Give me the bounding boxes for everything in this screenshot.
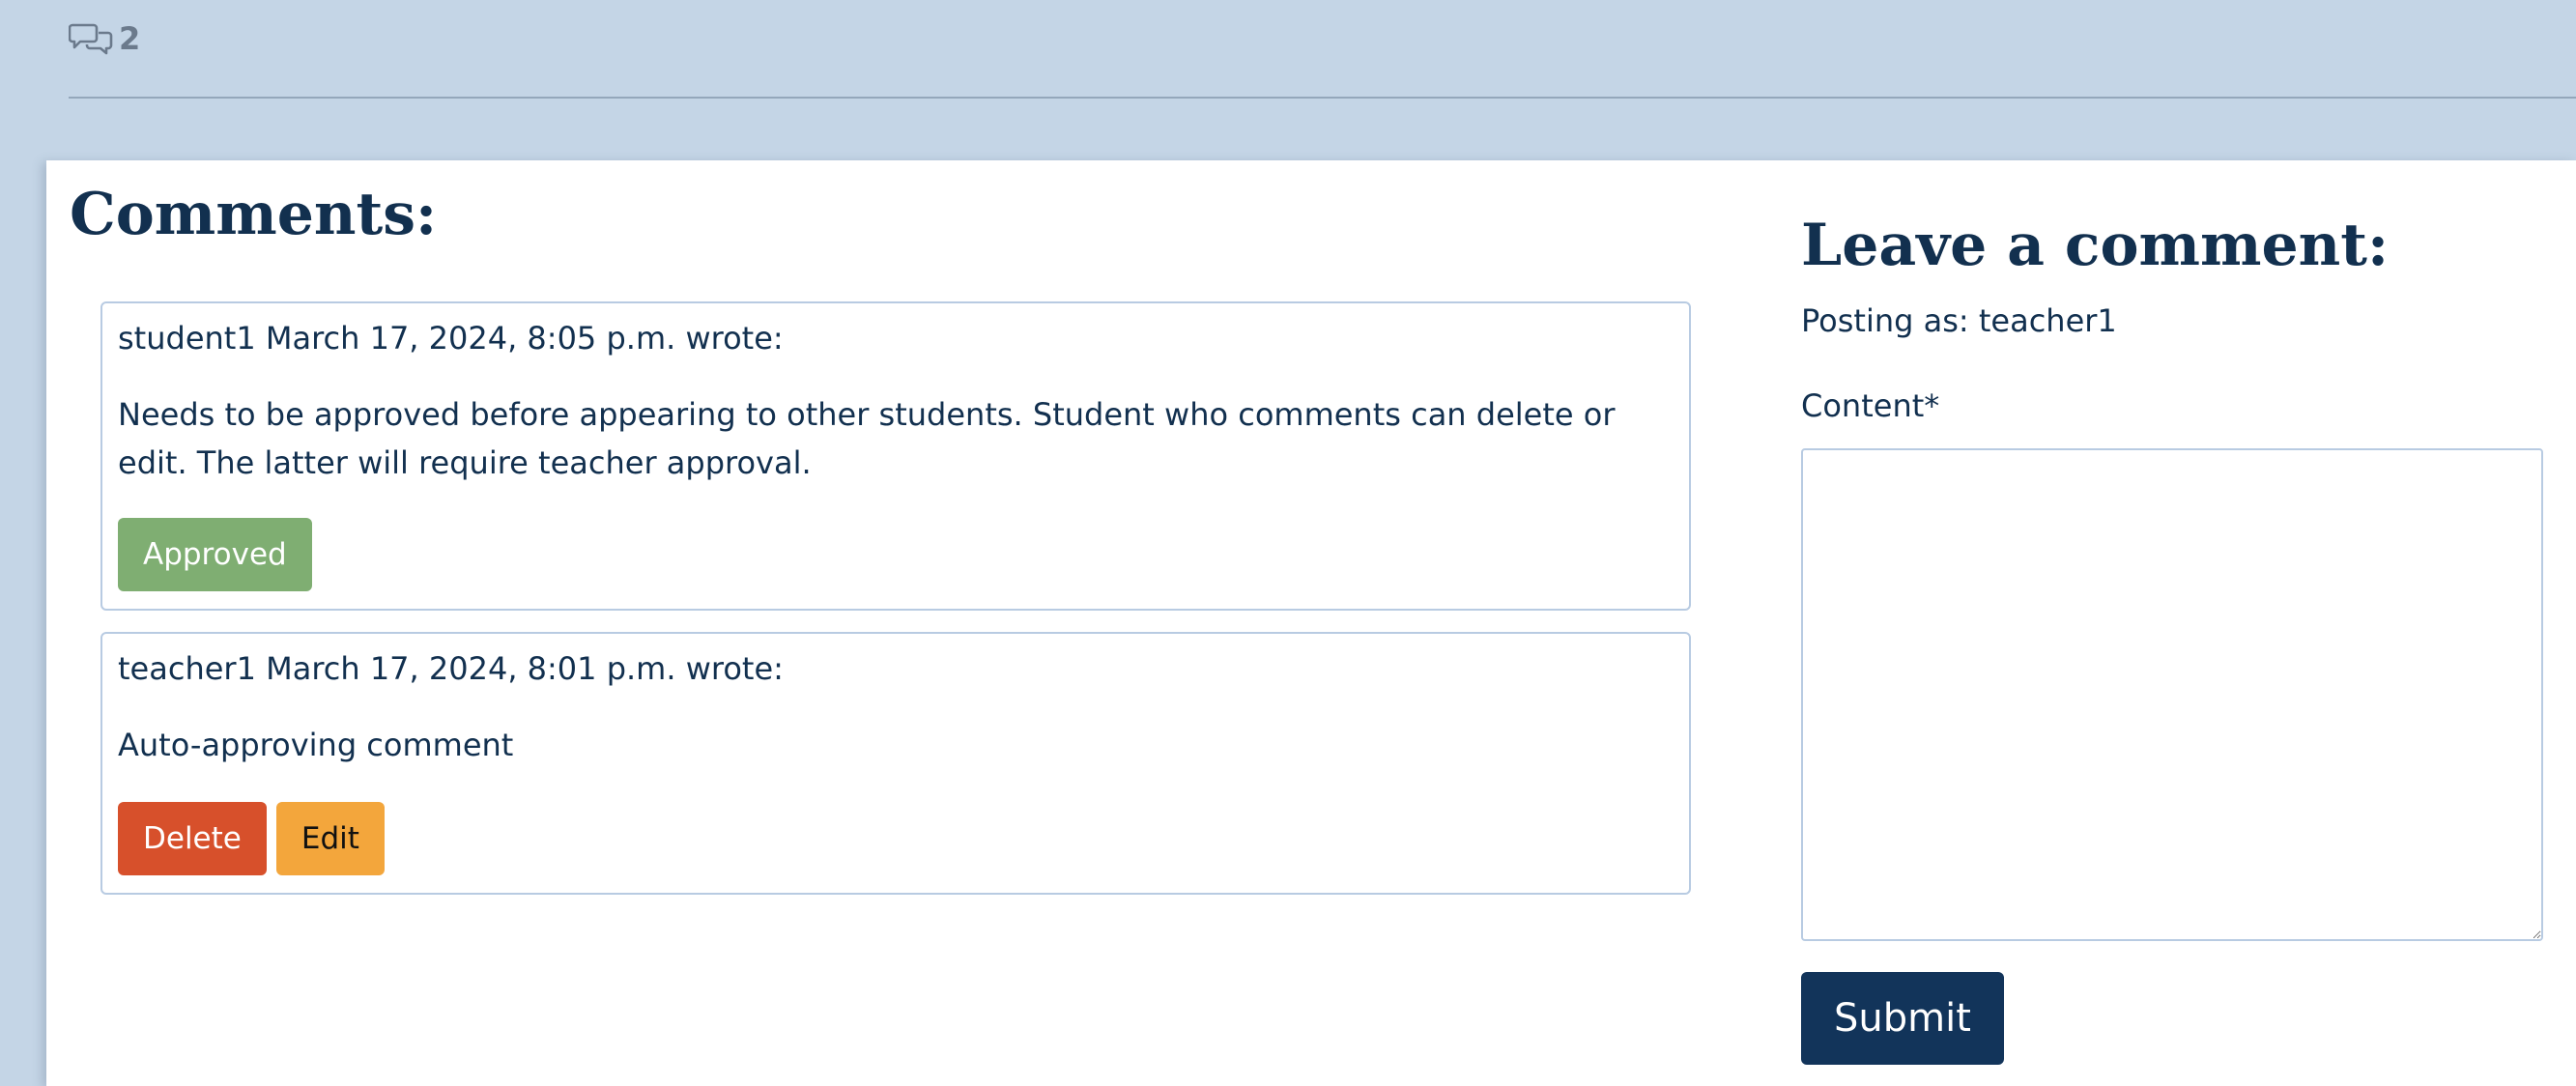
comment-header: student1 March 17, 2024, 8:05 p.m. wrote…: [118, 320, 784, 357]
delete-button[interactable]: Delete: [118, 802, 267, 875]
comment-actions: Delete Edit: [118, 802, 385, 875]
comments-icon: [69, 21, 113, 56]
comments-card: Comments: student1 March 17, 2024, 8:05 …: [46, 160, 2576, 1086]
comment-item: student1 March 17, 2024, 8:05 p.m. wrote…: [100, 301, 1691, 611]
content-label: Content*: [1801, 387, 1940, 424]
comment-body: Auto-approving comment: [118, 727, 514, 763]
comment-body: Needs to be approved before appearing to…: [118, 396, 1616, 481]
leave-comment-heading: Leave a comment:: [1801, 212, 2390, 279]
comments-heading: Comments:: [70, 181, 438, 248]
comment-actions: Approved: [118, 518, 312, 591]
comment-item: teacher1 March 17, 2024, 8:01 p.m. wrote…: [100, 632, 1691, 895]
posting-as-text: Posting as: teacher1: [1801, 302, 2117, 339]
content-textarea[interactable]: [1801, 448, 2543, 941]
comment-count: 2: [69, 19, 140, 58]
submit-button[interactable]: Submit: [1801, 972, 2004, 1065]
approved-status-button[interactable]: Approved: [118, 518, 312, 591]
comment-header: teacher1 March 17, 2024, 8:01 p.m. wrote…: [118, 650, 784, 687]
comment-count-value: 2: [119, 20, 141, 57]
edit-button[interactable]: Edit: [275, 802, 385, 875]
top-divider: [69, 97, 2576, 99]
